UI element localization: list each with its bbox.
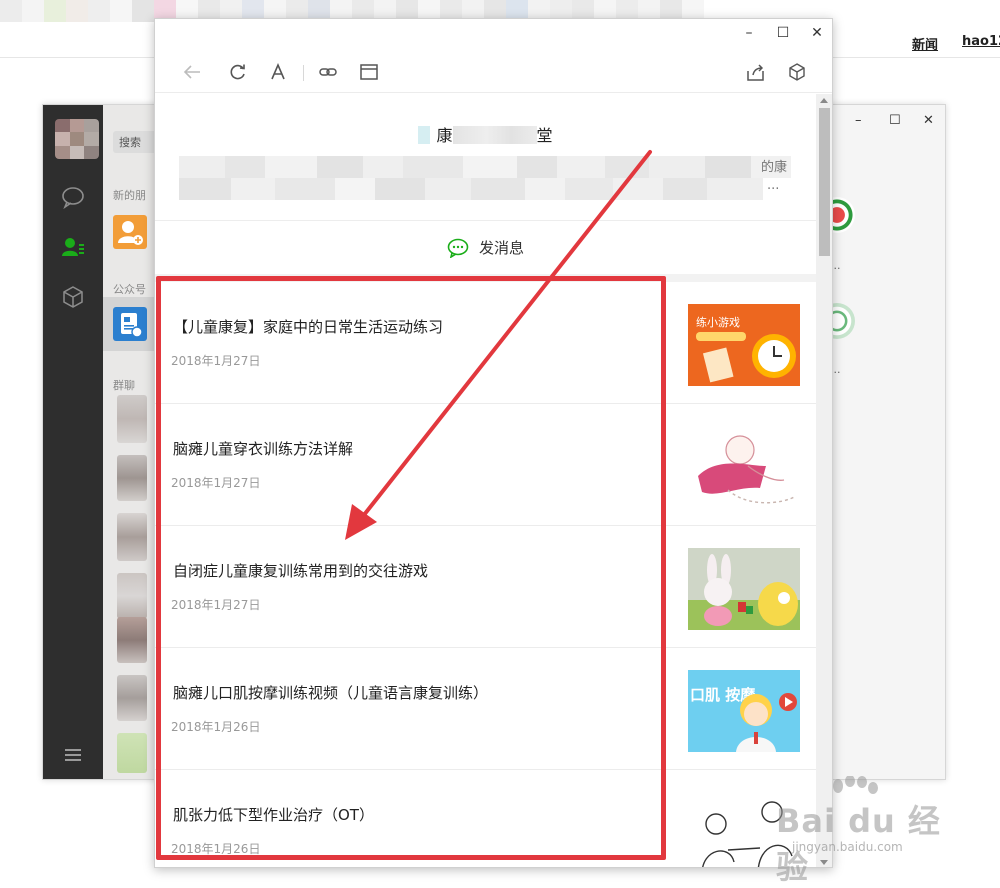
close-button[interactable]: ✕ bbox=[808, 25, 826, 41]
article-title: 自闭症儿童康复训练常用到的交往游戏 bbox=[173, 562, 429, 580]
article-date: 2018年1月27日 bbox=[171, 598, 261, 612]
group-avatar[interactable] bbox=[117, 675, 147, 721]
article-item[interactable]: 肌张力低下型作业治疗（OT） 2018年1月26日 bbox=[155, 770, 816, 867]
account-profile: 康堂 的康 ... bbox=[155, 94, 816, 220]
toolbar-divider bbox=[303, 65, 304, 81]
scroll-up-icon[interactable] bbox=[820, 98, 828, 103]
avatar[interactable] bbox=[55, 119, 99, 159]
send-message-label: 发消息 bbox=[478, 239, 524, 257]
article-title: 肌张力低下型作业治疗（OT） bbox=[173, 806, 374, 824]
account-name: 康堂 bbox=[155, 122, 816, 146]
refresh-icon[interactable] bbox=[227, 61, 249, 83]
group-avatar[interactable] bbox=[117, 733, 147, 773]
article-date: 2018年1月27日 bbox=[171, 354, 261, 368]
article-item[interactable]: 自闭症儿童康复训练常用到的交往游戏 2018年1月27日 bbox=[155, 526, 816, 648]
group-avatar[interactable] bbox=[117, 395, 147, 443]
article-item[interactable]: 脑瘫儿童穿衣训练方法详解 2018年1月27日 bbox=[155, 404, 816, 526]
copy-link-icon[interactable] bbox=[317, 61, 339, 83]
nav-link-hao123[interactable]: hao12 bbox=[962, 34, 1000, 49]
maximize-button[interactable]: ☐ bbox=[889, 113, 901, 128]
scroll-thumb[interactable] bbox=[819, 108, 830, 256]
maximize-button[interactable]: ☐ bbox=[774, 25, 792, 41]
section-group-chats: 群聊 bbox=[113, 379, 135, 392]
send-message-button[interactable]: 发消息 bbox=[155, 220, 816, 274]
close-button[interactable]: ✕ bbox=[923, 113, 934, 128]
article-item[interactable]: 脑瘫儿口肌按摩训练视频（儿童语言康复训练） 2018年1月26日 口肌 按摩 bbox=[155, 648, 816, 770]
profile-page: 康堂 的康 ... 发消息 【儿童康复】家庭中的日常生活运动练习 2018年1月… bbox=[155, 94, 816, 867]
menu-icon[interactable] bbox=[65, 749, 81, 761]
article-thumbnail bbox=[688, 426, 800, 508]
article-thumbnail bbox=[688, 548, 800, 630]
svg-text:练小游戏: 练小游戏 bbox=[696, 315, 740, 329]
nav-link-news[interactable]: 新闻 bbox=[912, 34, 938, 53]
group-avatar[interactable] bbox=[117, 573, 147, 619]
redacted-text bbox=[418, 126, 431, 144]
contacts-icon[interactable] bbox=[61, 235, 85, 259]
share-icon[interactable] bbox=[745, 61, 767, 83]
title-bar: – ☐ ✕ bbox=[155, 19, 832, 51]
minimize-button[interactable]: – bbox=[855, 113, 862, 128]
scrollbar[interactable] bbox=[816, 94, 832, 867]
article-thumbnail: 练小游戏 bbox=[688, 304, 800, 386]
article-title: 【儿童康复】家庭中的日常生活运动练习 bbox=[173, 318, 444, 336]
account-description-redacted bbox=[179, 156, 791, 200]
miniprogram-icon[interactable] bbox=[786, 61, 808, 83]
article-title: 脑瘫儿口肌按摩训练视频（儿童语言康复训练） bbox=[173, 684, 489, 702]
favorites-icon[interactable] bbox=[61, 285, 85, 309]
new-friend-icon[interactable] bbox=[113, 215, 147, 249]
article-title: 脑瘫儿童穿衣训练方法详解 bbox=[173, 440, 354, 458]
group-avatar[interactable] bbox=[117, 513, 147, 561]
official-account-window: – ☐ ✕ 康堂 的康 ... 发消息 【儿童康复】家庭中的日常生活运动练习 2… bbox=[154, 18, 833, 868]
section-new-friends: 新的朋 bbox=[113, 189, 146, 202]
article-date: 2018年1月26日 bbox=[171, 720, 261, 734]
group-avatar[interactable] bbox=[117, 617, 147, 663]
article-list: 【儿童康复】家庭中的日常生活运动练习 2018年1月27日 练小游戏 脑瘫儿童穿… bbox=[155, 282, 816, 867]
font-size-icon[interactable] bbox=[267, 61, 289, 83]
article-thumbnail: 口肌 按摩 bbox=[688, 670, 800, 752]
toolbar bbox=[155, 53, 832, 93]
section-official-accounts: 公众号 bbox=[113, 283, 146, 296]
description-fragment: ... bbox=[767, 178, 780, 193]
chat-icon[interactable] bbox=[61, 185, 85, 210]
watermark: Bai du 经验 jingyan.baidu.com bbox=[776, 776, 956, 886]
open-in-browser-icon[interactable] bbox=[358, 61, 380, 83]
redacted-text bbox=[452, 126, 537, 144]
group-avatar[interactable] bbox=[117, 455, 147, 501]
back-icon[interactable] bbox=[181, 61, 203, 83]
article-date: 2018年1月26日 bbox=[171, 842, 261, 856]
article-date: 2018年1月27日 bbox=[171, 476, 261, 490]
watermark-url: jingyan.baidu.com bbox=[792, 840, 903, 854]
section-divider bbox=[155, 274, 816, 282]
minimize-button[interactable]: – bbox=[740, 25, 758, 41]
wechat-sidebar bbox=[43, 105, 103, 779]
official-account-icon bbox=[113, 307, 147, 341]
description-fragment: 的康 bbox=[761, 160, 788, 175]
message-icon bbox=[447, 238, 469, 258]
article-item[interactable]: 【儿童康复】家庭中的日常生活运动练习 2018年1月27日 练小游戏 bbox=[155, 282, 816, 404]
